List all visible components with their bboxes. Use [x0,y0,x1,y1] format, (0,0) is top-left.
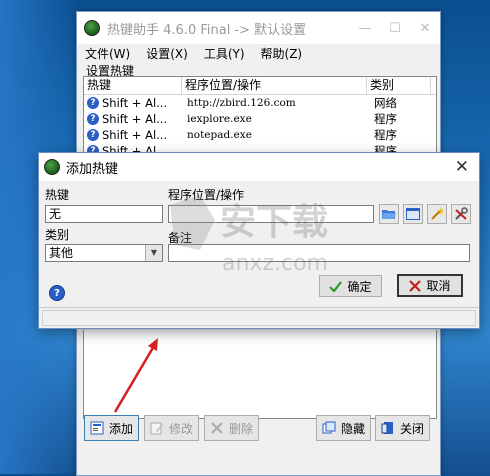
column-hotkey[interactable]: 热键 [84,77,182,94]
hotkey-icon: ? [87,113,99,125]
window-icon [406,208,420,220]
category-value: 其他 [49,246,74,260]
chevron-down-icon: ▼ [145,245,162,261]
row-program: iexplore.exe [187,113,252,125]
cancel-button-label: 取消 [426,279,451,293]
hotkey-icon: ? [87,129,99,141]
category-select[interactable]: 其他 ▼ [45,244,163,262]
hotkey-label: 热键 [45,188,70,202]
cancel-x-icon [409,279,422,292]
row-hotkey: Shift + Al... [102,112,168,126]
magic-wand-button[interactable] [427,204,447,224]
exit-door-icon [381,422,393,434]
menu-file[interactable]: 文件(W) [77,45,138,62]
cancel-button[interactable]: 取消 [397,274,463,297]
hotkey-list-lower[interactable] [83,330,437,419]
table-row[interactable]: ? Shift + Al... notepad.exe 程序 [84,127,436,143]
bottom-toolbar: 添加 修改 删除 隐藏 关闭 [81,415,436,441]
row-program: notepad.exe [187,129,252,141]
dialog-logo-icon [44,159,60,175]
table-row[interactable]: ? Shift + Al... http://zbird.126.com 网络 [84,95,436,111]
program-field[interactable] [168,205,374,223]
open-folder-button[interactable] [379,204,399,224]
minimize-button[interactable]: — [350,12,380,44]
dialog-statusbar [39,307,479,328]
ok-button-label: 确定 [347,279,372,294]
close-button-label: 关闭 [399,421,424,436]
add-button-label: 添加 [108,421,133,436]
table-row[interactable]: ? Shift + Al... iexplore.exe 程序 [84,111,436,127]
folder-icon [382,210,396,219]
edit-icon [150,422,163,435]
menu-help[interactable]: 帮助(Z) [253,45,311,62]
menu-settings[interactable]: 设置(X) [138,45,196,62]
row-category: 程序 [374,128,397,142]
delete-icon [211,422,223,434]
hotkey-field[interactable]: 无 [45,205,163,223]
tools-button[interactable] [451,204,471,224]
note-field[interactable] [168,244,470,262]
add-hotkey-dialog: 添加热键 ✕ 热键 程序位置/操作 无 类别 备注 其他 ▼ ? 确定 取消 [38,152,480,329]
main-titlebar: 热键助手 4.6.0 Final -> 默认设置 — ☐ ✕ [77,12,440,44]
list-header: 热键 程序位置/操作 类别 [84,77,436,95]
maximize-button[interactable]: ☐ [380,12,410,44]
close-button[interactable]: 关闭 [375,415,430,441]
close-window-button[interactable]: ✕ [410,12,440,44]
row-program: http://zbird.126.com [187,97,296,109]
program-label: 程序位置/操作 [168,188,245,202]
window-button[interactable] [403,204,423,224]
ok-button[interactable]: 确定 [319,275,382,297]
checkmark-icon [329,280,343,292]
magic-wand-icon [431,207,444,220]
edit-button[interactable]: 修改 [144,415,199,441]
dialog-close-icon[interactable]: ✕ [455,157,469,177]
menubar: 文件(W) 设置(X) 工具(Y) 帮助(Z) [77,44,440,62]
delete-button[interactable]: 删除 [204,415,259,441]
category-label: 类别 [45,228,70,242]
dialog-titlebar: 添加热键 ✕ [39,153,479,181]
menu-tools[interactable]: 工具(Y) [196,45,253,62]
column-program[interactable]: 程序位置/操作 [182,77,367,94]
help-icon[interactable]: ? [49,285,65,301]
hotkey-icon: ? [87,97,99,109]
main-window-title: 热键助手 4.6.0 Final -> 默认设置 [107,22,307,38]
row-hotkey: Shift + Al... [102,96,168,110]
edit-button-label: 修改 [168,421,193,436]
row-hotkey: Shift + Al... [102,128,168,142]
windows-icon [322,421,336,434]
dialog-title: 添加热键 [66,161,119,177]
app-logo-icon [84,20,100,36]
column-category[interactable]: 类别 [367,77,431,94]
tools-icon [455,207,468,220]
row-category: 程序 [374,112,397,126]
row-category: 网络 [374,96,397,110]
delete-button-label: 删除 [228,421,253,436]
add-icon [90,421,104,435]
add-button[interactable]: 添加 [84,415,139,441]
hide-button-label: 隐藏 [340,421,365,436]
hide-button[interactable]: 隐藏 [316,415,371,441]
